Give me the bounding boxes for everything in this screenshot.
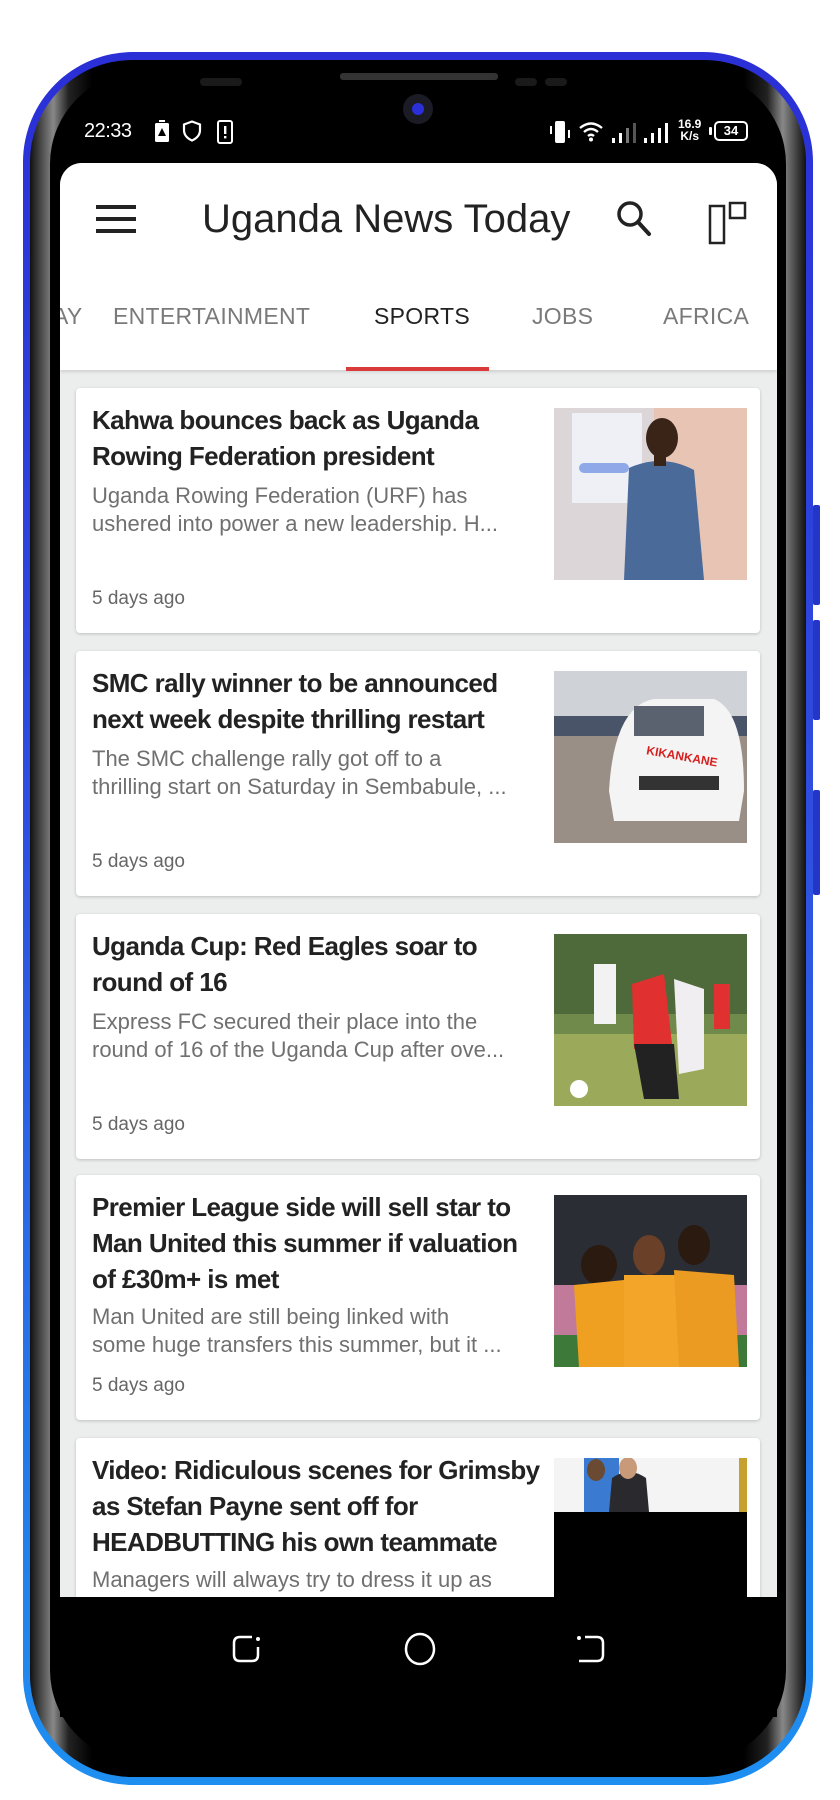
earpiece-speaker: [340, 73, 498, 80]
summary-line: Uganda Rowing Federation (URF) has: [92, 483, 468, 508]
sensor: [545, 78, 567, 86]
article-time: 5 days ago: [92, 1114, 185, 1135]
article-title[interactable]: Uganda Cup: Red Eagles soar to round of …: [92, 928, 547, 1000]
article-title[interactable]: Kahwa bounces back as Uganda Rowing Fede…: [92, 402, 547, 474]
article-summary: The SMC challenge rally got off to a thr…: [92, 745, 547, 801]
status-bar: 22:33 16.9 K/s 34: [60, 108, 777, 158]
signal-2-icon: [644, 123, 668, 143]
summary-line: Managers will always try to dress it up …: [92, 1567, 492, 1592]
volume-down-button: [813, 620, 820, 720]
summary-line: Express FC secured their place into the: [92, 1009, 478, 1034]
category-tabs: AY ENTERTAINMENT SPORTS JOBS AFRICA: [60, 283, 777, 370]
sensor: [200, 78, 242, 86]
summary-line: round of 16 of the Uganda Cup after ove.…: [92, 1037, 505, 1062]
signal-1-icon: [612, 123, 636, 143]
article-thumbnail[interactable]: [554, 408, 747, 580]
battery-indicator: 34: [709, 121, 748, 141]
summary-line: Man United are still being linked with: [92, 1304, 450, 1329]
layout-toggle-icon[interactable]: [708, 201, 750, 245]
shield-icon: [182, 120, 202, 142]
summary-line: The SMC challenge rally got off to a: [92, 746, 442, 771]
article-summary: Uganda Rowing Federation (URF) has usher…: [92, 482, 547, 538]
hamburger-menu-icon[interactable]: [96, 205, 136, 237]
app-title: Uganda News Today: [202, 197, 571, 241]
recents-icon[interactable]: [230, 1633, 262, 1665]
active-tab-indicator: [346, 367, 489, 371]
vibrate-icon: [550, 121, 570, 143]
article-time: 5 days ago: [92, 1375, 185, 1396]
summary-line: some huge transfers this summer, but it …: [92, 1332, 502, 1357]
back-icon[interactable]: [575, 1633, 607, 1665]
system-nav-bar: [60, 1597, 777, 1717]
home-icon[interactable]: [403, 1631, 437, 1667]
tab-jobs[interactable]: JOBS: [532, 303, 593, 330]
network-speed-unit: K/s: [680, 129, 700, 143]
network-speed: 16.9 K/s: [678, 118, 701, 142]
article-card[interactable]: Kahwa bounces back as Uganda Rowing Fede…: [76, 388, 760, 633]
article-summary: Man United are still being linked with s…: [92, 1303, 547, 1359]
article-title[interactable]: Premier League side will sell star to Ma…: [92, 1189, 547, 1297]
article-title[interactable]: SMC rally winner to be announced next we…: [92, 665, 547, 737]
tab-africa[interactable]: AFRICA: [663, 303, 749, 330]
summary-line: thrilling start on Saturday in Sembabule…: [92, 774, 507, 799]
article-card[interactable]: Uganda Cup: Red Eagles soar to round of …: [76, 914, 760, 1159]
article-thumbnail[interactable]: KIKANKANE: [554, 671, 747, 843]
wifi-icon: [579, 122, 603, 142]
status-time: 22:33: [84, 120, 132, 142]
search-icon[interactable]: [615, 199, 655, 241]
article-summary: Managers will always try to dress it up …: [92, 1566, 547, 1594]
app-bar: Uganda News Today AY ENTERTAINMENT SPORT…: [60, 163, 777, 371]
battery-alert-icon: [155, 120, 169, 142]
article-card[interactable]: Premier League side will sell star to Ma…: [76, 1175, 760, 1420]
article-title[interactable]: Video: Ridiculous scenes for Grimsby as …: [92, 1452, 547, 1560]
summary-line: ushered into power a new leadership. H..…: [92, 511, 499, 536]
tab-sports[interactable]: SPORTS: [374, 303, 470, 330]
sensor: [515, 78, 537, 86]
article-card[interactable]: SMC rally winner to be announced next we…: [76, 651, 760, 896]
volume-up-button: [813, 505, 820, 605]
article-thumbnail[interactable]: [554, 1458, 747, 1597]
article-thumbnail[interactable]: [554, 934, 747, 1106]
article-thumbnail[interactable]: [554, 1195, 747, 1367]
tab-today[interactable]: AY: [60, 303, 83, 330]
article-time: 5 days ago: [92, 588, 185, 609]
power-button: [813, 790, 820, 895]
tab-entertainment[interactable]: ENTERTAINMENT: [113, 303, 310, 330]
article-card[interactable]: Video: Ridiculous scenes for Grimsby as …: [76, 1438, 760, 1597]
phone-alert-icon: [217, 120, 233, 144]
article-summary: Express FC secured their place into the …: [92, 1008, 547, 1064]
article-time: 5 days ago: [92, 851, 185, 872]
app-screen: Uganda News Today AY ENTERTAINMENT SPORT…: [60, 163, 777, 1597]
